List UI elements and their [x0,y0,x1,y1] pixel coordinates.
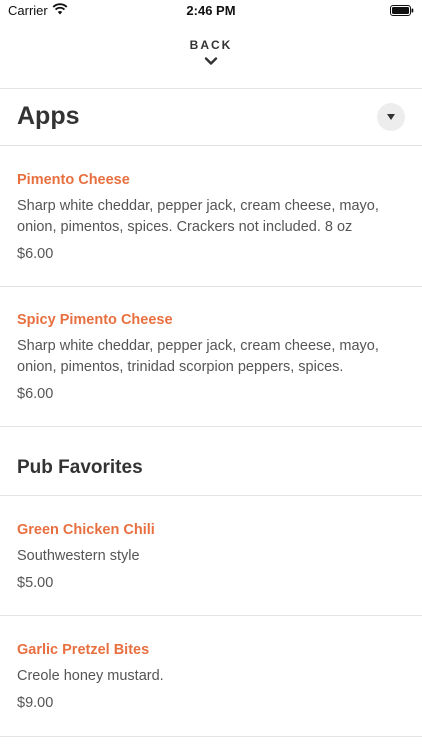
item-description: Sharp white cheddar, pepper jack, cream … [17,338,379,375]
collapse-button[interactable] [377,103,405,131]
divider [0,495,422,496]
clock: 2:46 PM [186,3,236,18]
menu-item[interactable]: Green Chicken Chili Southwestern style $… [17,520,405,593]
item-name: Pimento Cheese [17,172,130,188]
item-price: $6.00 [17,246,54,262]
divider [0,426,422,427]
back-label: BACK [189,38,233,52]
menu-item[interactable]: Garlic Pretzel Bites Creole honey mustar… [17,640,405,713]
divider [0,286,422,287]
section-title-apps: Apps [17,102,80,130]
divider [0,736,422,737]
caret-down-icon [387,114,395,120]
status-bar: Carrier 2:46 PM [0,0,422,22]
menu-item[interactable]: Pimento Cheese Sharp white cheddar, pepp… [17,170,405,264]
chevron-down-icon [204,57,218,65]
item-price: $6.00 [17,386,54,402]
item-description: Creole honey mustard. [17,668,164,684]
divider [0,88,422,89]
section-title-pub-favorites: Pub Favorites [17,457,143,478]
divider [0,145,422,146]
menu-item[interactable]: Spicy Pimento Cheese Sharp white cheddar… [17,310,405,404]
item-name: Garlic Pretzel Bites [17,642,150,658]
item-description: Southwestern style [17,548,140,564]
divider [0,615,422,616]
item-description: Sharp white cheddar, pepper jack, cream … [17,198,379,235]
item-price: $5.00 [17,575,54,591]
item-price: $9.00 [17,695,54,711]
item-name: Green Chicken Chili [17,522,155,538]
battery-icon [390,5,414,16]
item-name: Spicy Pimento Cheese [17,312,173,328]
back-button[interactable]: BACK [0,38,422,80]
